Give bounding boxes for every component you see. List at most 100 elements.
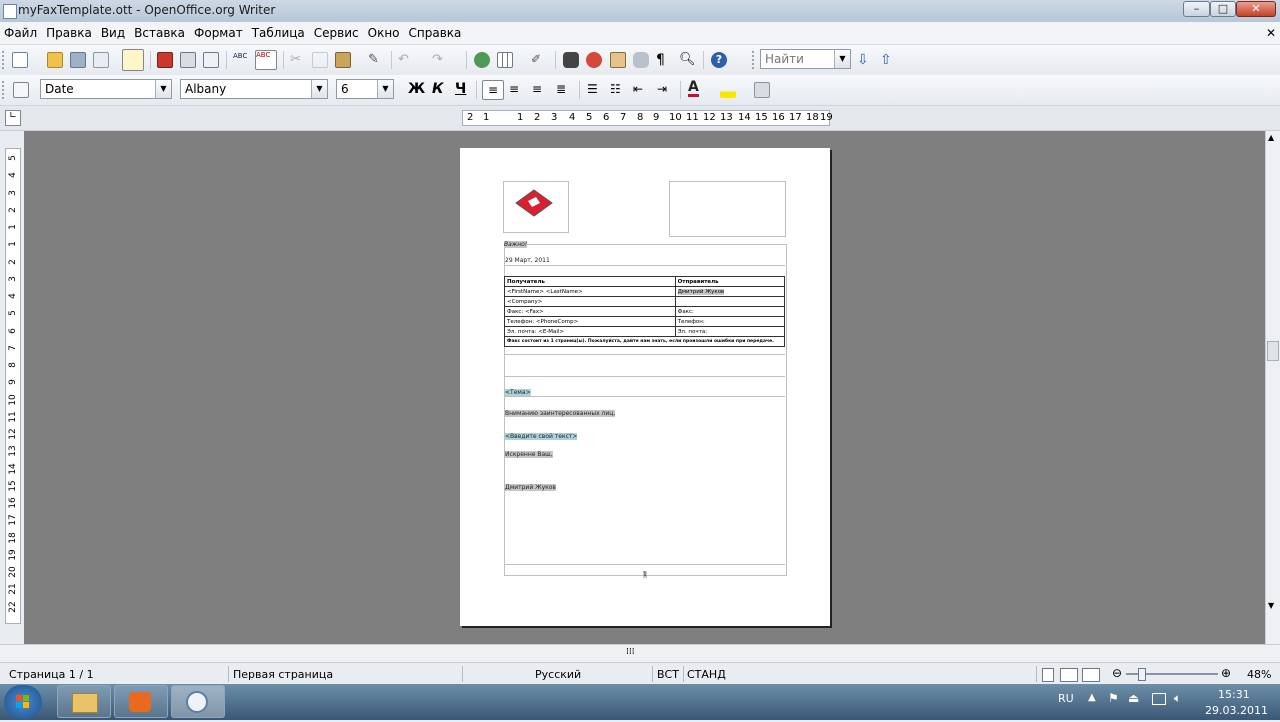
menu-file[interactable]: Файл xyxy=(4,26,37,40)
auto-spellcheck-icon[interactable]: ABC xyxy=(255,50,277,70)
copy-icon[interactable] xyxy=(312,52,328,68)
page-counter[interactable]: Страница 1 / 1 xyxy=(9,668,94,681)
print-preview-icon[interactable] xyxy=(203,52,219,68)
book-view-icon[interactable] xyxy=(1082,668,1100,682)
hyperlink-icon[interactable] xyxy=(474,52,490,68)
new-document-icon[interactable] xyxy=(12,52,28,68)
chevron-down-icon[interactable]: ▼ xyxy=(377,80,393,98)
maximize-button[interactable]: □ xyxy=(1210,1,1236,17)
bold-button[interactable]: Ж xyxy=(408,81,425,97)
close-button[interactable]: ✕ xyxy=(1236,1,1276,17)
vertical-ruler[interactable]: 5 4 3 2 1 1 2 3 4 5 6 7 8 9 10 11 12 13 14 15 16 17 18 19 20 21 22 xyxy=(5,148,21,624)
styles-formatting-icon[interactable] xyxy=(13,82,29,98)
menu-help[interactable]: Справка xyxy=(409,26,462,40)
highlighting-icon[interactable] xyxy=(720,82,736,98)
selection-mode[interactable]: СТАНД xyxy=(687,668,726,681)
find-replace-icon[interactable] xyxy=(563,52,579,68)
scroll-up-icon[interactable]: ▲ xyxy=(1268,133,1274,142)
zoom-level[interactable]: 48% xyxy=(1247,668,1271,681)
align-right-icon[interactable]: ≡ xyxy=(532,82,548,98)
save-icon[interactable] xyxy=(70,52,86,68)
numbering-icon[interactable]: ☰ xyxy=(587,82,603,98)
email-icon[interactable] xyxy=(93,52,109,68)
spellcheck-icon[interactable]: ABC xyxy=(233,52,249,68)
scroll-down-icon[interactable]: ▼ xyxy=(1268,601,1274,610)
action-center-flag-icon[interactable]: ⚑ xyxy=(1108,691,1119,705)
table-icon[interactable] xyxy=(497,52,513,68)
menu-table[interactable]: Таблица xyxy=(252,26,305,40)
network-icon[interactable] xyxy=(1152,693,1166,705)
background-color-icon[interactable] xyxy=(754,82,770,98)
removable-device-icon[interactable]: ⏏ xyxy=(1128,691,1139,705)
keyboard-language[interactable]: RU xyxy=(1058,692,1074,705)
menu-edit[interactable]: Правка xyxy=(46,26,92,40)
scrollbar-grip[interactable]: ⁞⁞⁞ xyxy=(626,647,635,657)
bullets-icon[interactable]: ☷ xyxy=(610,82,626,98)
taskbar-writer-button[interactable] xyxy=(171,685,225,718)
volume-icon[interactable]: 🔈︎ xyxy=(1174,691,1181,706)
decrease-indent-icon[interactable]: ⇤ xyxy=(633,82,649,98)
navigator-icon[interactable] xyxy=(586,52,602,68)
document-page[interactable]: Важно! 29 Март, 2011 Получатель Отправит… xyxy=(460,148,830,626)
paste-icon[interactable] xyxy=(335,52,351,68)
toolbar-grip[interactable] xyxy=(2,81,8,99)
multi-page-view-icon[interactable] xyxy=(1060,668,1078,682)
zoom-in-icon[interactable]: ⊕ xyxy=(1221,666,1231,680)
toolbar-grip[interactable] xyxy=(752,51,758,69)
horizontal-scrollbar[interactable]: ⁞⁞⁞ xyxy=(0,644,1280,663)
taskbar-explorer-button[interactable] xyxy=(57,685,111,718)
menu-view[interactable]: Вид xyxy=(101,26,125,40)
formatting-marks-icon[interactable]: ¶ xyxy=(656,52,672,68)
open-folder-icon[interactable] xyxy=(47,52,63,68)
show-hidden-icons-icon[interactable]: ▲ xyxy=(1088,692,1096,703)
find-next-arrow-icon[interactable]: ⇩ xyxy=(857,52,873,68)
taskbar-media-player-button[interactable] xyxy=(114,685,168,718)
font-size-select[interactable]: 6 ▼ xyxy=(336,79,394,99)
chevron-down-icon[interactable]: ▼ xyxy=(155,80,171,98)
clone-formatting-icon[interactable]: ✎ xyxy=(368,52,384,68)
tab-stop-type-icon[interactable]: ∟ xyxy=(5,110,21,126)
insert-mode[interactable]: ВСТ xyxy=(657,668,679,681)
clock-date[interactable]: 29.03.2011 xyxy=(1205,704,1268,717)
chevron-down-icon[interactable]: ▼ xyxy=(311,80,327,98)
draw-functions-icon[interactable]: ✐ xyxy=(531,52,547,68)
menu-insert[interactable]: Вставка xyxy=(134,26,185,40)
paragraph-style-select[interactable]: Date ▼ xyxy=(40,79,172,99)
align-center-icon[interactable]: ≡ xyxy=(509,82,525,98)
find-input[interactable]: Найти ▼ xyxy=(760,49,851,69)
horizontal-ruler[interactable]: 2 1 1 2 3 4 5 6 7 8 9 10 11 12 13 14 15 16 17 18 19 xyxy=(462,110,833,126)
export-pdf-icon[interactable] xyxy=(157,52,173,68)
single-page-view-icon[interactable] xyxy=(1042,668,1054,682)
underline-button[interactable]: Ч xyxy=(455,81,466,97)
zoom-out-icon[interactable]: ⊖ xyxy=(1112,666,1122,680)
page-style[interactable]: Первая страница xyxy=(233,668,333,681)
increase-indent-icon[interactable]: ⇥ xyxy=(657,82,673,98)
vertical-scrollbar[interactable]: ▲ ▼ xyxy=(1265,131,1280,644)
font-name-select[interactable]: Albany ▼ xyxy=(180,79,328,99)
start-button[interactable] xyxy=(4,685,42,719)
chevron-down-icon[interactable]: ▼ xyxy=(834,50,850,68)
undo-icon[interactable]: ↶ xyxy=(398,52,414,68)
print-icon[interactable] xyxy=(180,52,196,68)
zoom-icon[interactable]: 🔍︎ xyxy=(679,52,696,68)
minimize-button[interactable]: – xyxy=(1183,1,1210,17)
align-left-icon[interactable]: ≡ xyxy=(482,80,504,100)
find-previous-arrow-icon[interactable]: ⇧ xyxy=(880,52,896,68)
justify-icon[interactable]: ≣ xyxy=(556,82,572,98)
gallery-icon[interactable] xyxy=(610,52,626,68)
close-document-icon[interactable]: ✕ xyxy=(1266,26,1276,40)
scrollbar-thumb[interactable] xyxy=(1267,341,1279,361)
edit-mode-icon[interactable] xyxy=(122,49,144,71)
clock-time[interactable]: 15:31 xyxy=(1218,688,1250,701)
data-sources-icon[interactable] xyxy=(633,52,649,68)
language-indicator[interactable]: Русский xyxy=(535,668,581,681)
zoom-slider-thumb[interactable] xyxy=(1138,668,1146,681)
help-icon[interactable]: ? xyxy=(711,52,727,68)
redo-icon[interactable]: ↷ xyxy=(432,52,448,68)
toolbar-grip[interactable] xyxy=(2,51,8,69)
font-color-button[interactable]: A xyxy=(688,80,699,97)
menu-tools[interactable]: Сервис xyxy=(314,26,359,40)
menu-window[interactable]: Окно xyxy=(368,26,400,40)
cut-icon[interactable]: ✂ xyxy=(290,52,306,68)
italic-button[interactable]: К xyxy=(432,81,443,97)
